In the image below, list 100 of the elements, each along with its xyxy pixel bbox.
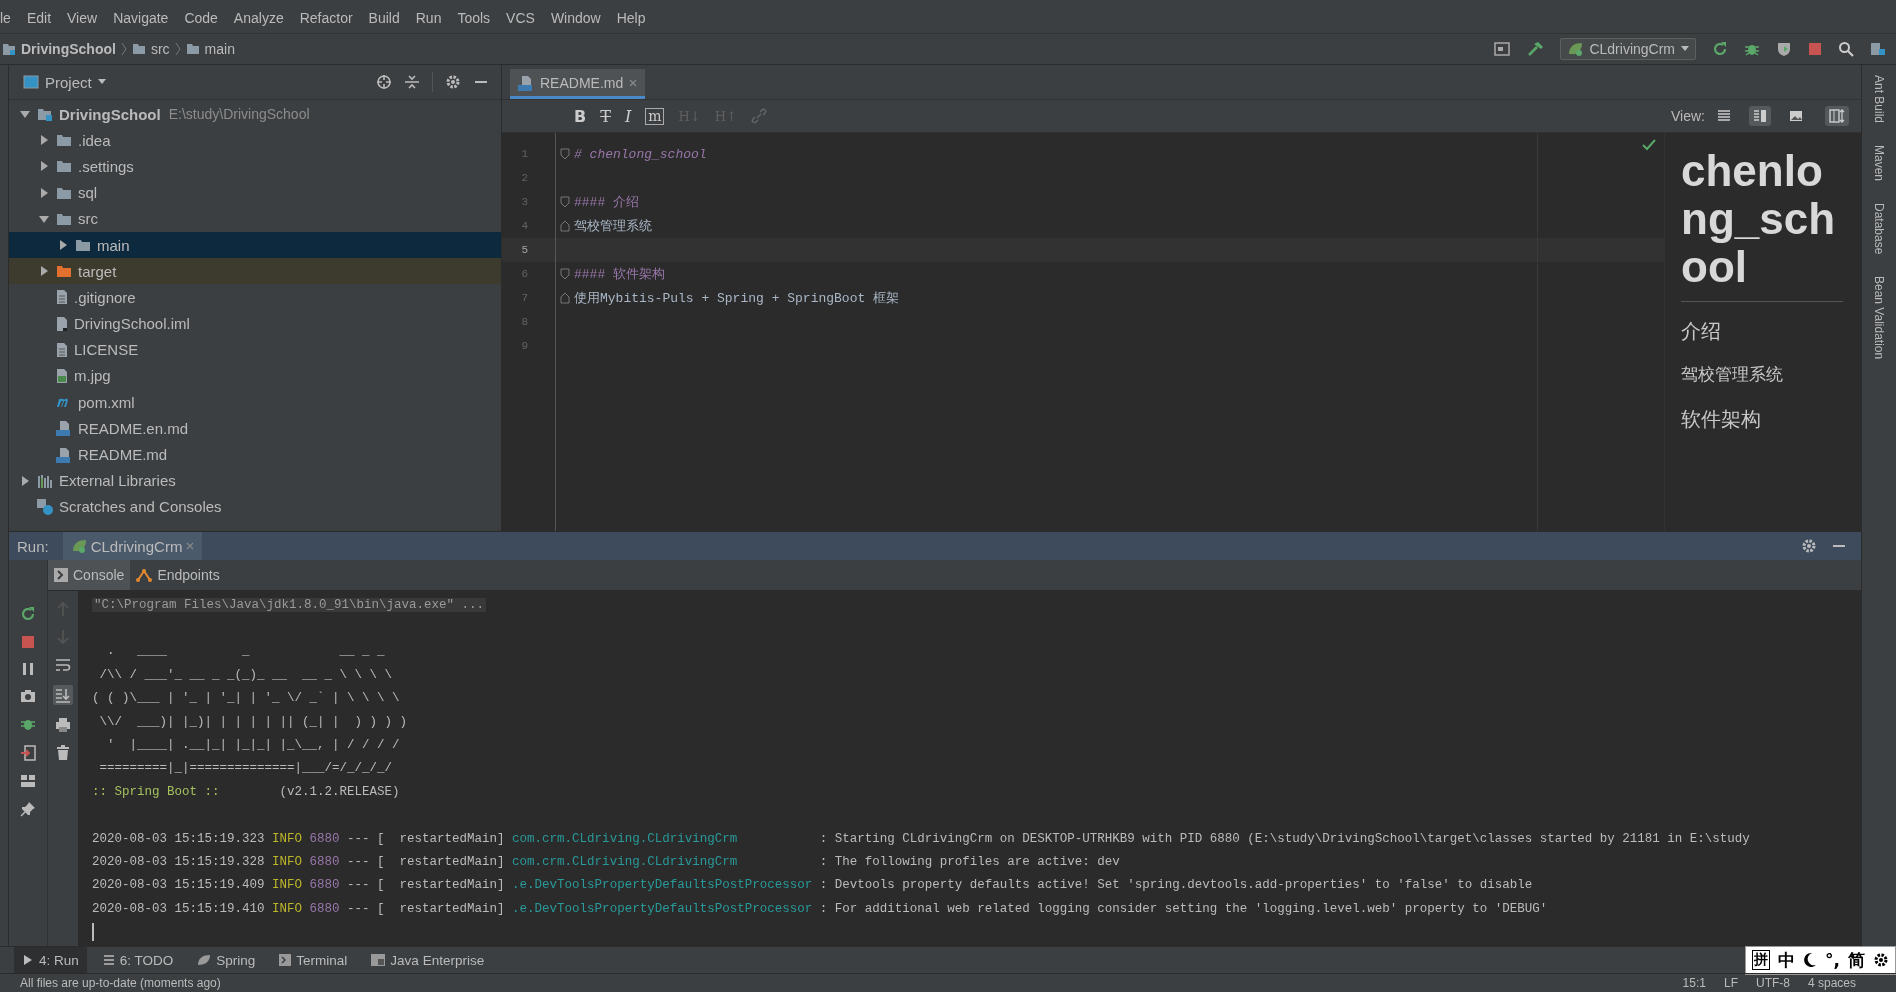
menu-item[interactable]: Code <box>176 10 226 26</box>
menu-item[interactable]: Run <box>407 10 450 26</box>
tree-item[interactable]: src <box>9 205 501 232</box>
tree-item[interactable]: m.jpg <box>9 362 501 390</box>
menu-item[interactable]: Help <box>608 10 654 26</box>
search-icon[interactable] <box>1838 41 1854 57</box>
tool-window-button[interactable]: Bean Validation <box>1872 276 1886 360</box>
panel-title[interactable]: Project <box>45 73 92 91</box>
pause-icon[interactable] <box>21 662 35 676</box>
tool-window-button[interactable]: Maven <box>1872 145 1886 182</box>
format-button[interactable]: B <box>574 106 587 126</box>
menu-item[interactable]: Navigate <box>105 10 177 26</box>
stop-icon[interactable] <box>21 635 35 649</box>
tool-window-tab[interactable]: Java Enterprise <box>363 947 493 973</box>
menu-item[interactable]: le <box>0 10 19 26</box>
format-button[interactable]: m <box>645 107 665 125</box>
fold-icon[interactable] <box>560 196 570 208</box>
project-structure-icon[interactable] <box>1870 41 1886 57</box>
tree-item[interactable]: target <box>9 258 501 285</box>
expanded-arrow-icon[interactable] <box>39 213 49 224</box>
menu-item[interactable]: Tools <box>449 10 499 26</box>
encoding[interactable]: UTF-8 <box>1755 976 1790 990</box>
collapsed-arrow-icon[interactable] <box>20 475 30 486</box>
run-tab[interactable]: CLdrivingCrm <box>62 532 203 560</box>
tree-item[interactable]: External Libraries <box>9 467 501 494</box>
tree-item[interactable]: README.en.md <box>9 415 501 442</box>
collapsed-arrow-icon[interactable] <box>39 266 49 277</box>
tool-window-tab[interactable]: 4: Run <box>14 947 87 973</box>
breadcrumb-item[interactable]: DrivingSchool <box>21 41 116 57</box>
menu-item[interactable]: VCS <box>498 10 543 26</box>
ime-key[interactable]: 简 <box>1848 948 1865 972</box>
caret-position[interactable]: 15:1 <box>1682 976 1706 990</box>
tool-window-tab[interactable]: 6: TODO <box>94 947 182 973</box>
tool-window-tab[interactable]: Terminal <box>271 947 356 973</box>
tree-item[interactable]: README.md <box>9 441 501 468</box>
pin-icon[interactable] <box>20 801 36 817</box>
gear-icon[interactable] <box>1873 952 1889 968</box>
layout-icon[interactable] <box>1494 42 1511 56</box>
line-ending[interactable]: LF <box>1723 976 1738 990</box>
tree-item[interactable]: sql <box>9 179 501 206</box>
rerun-icon[interactable] <box>1712 41 1728 57</box>
indent-setting[interactable]: 4 spaces <box>1807 976 1856 990</box>
layout-icon[interactable] <box>20 774 36 788</box>
menu-item[interactable]: Window <box>542 10 609 26</box>
tree-item[interactable]: pom.xml <box>9 389 501 416</box>
line-number: 7 <box>520 292 528 304</box>
collapsed-arrow-icon[interactable] <box>39 187 49 198</box>
editor-tab[interactable]: README.md <box>510 69 646 99</box>
format-button[interactable]: I <box>624 106 632 126</box>
tree-item[interactable]: main <box>9 231 501 259</box>
tool-window-tab[interactable]: Spring <box>189 947 264 973</box>
tool-window-button[interactable]: Ant Build <box>1872 75 1886 124</box>
console-tab[interactable]: Endpoints <box>130 560 226 590</box>
tree-item[interactable]: Scratches and Consoles <box>9 493 501 520</box>
moon-icon[interactable] <box>1803 952 1818 968</box>
camera-icon[interactable] <box>20 689 36 703</box>
breadcrumb-item[interactable]: src <box>150 41 170 57</box>
run-configuration-dropdown[interactable]: CLdrivingCrm <box>1560 38 1696 60</box>
menu-item[interactable]: Edit <box>18 10 60 26</box>
fold-icon[interactable] <box>560 148 570 160</box>
collapsed-arrow-icon[interactable] <box>39 161 49 172</box>
tool-window-button[interactable]: Database <box>1872 203 1886 255</box>
expanded-arrow-icon[interactable] <box>20 109 30 120</box>
tree-item[interactable]: .idea <box>9 127 501 154</box>
ime-key[interactable]: 中 <box>1778 948 1796 972</box>
scroll-to-end-button[interactable] <box>53 685 73 705</box>
dropdown-arrow-icon[interactable] <box>97 79 106 85</box>
tree-item[interactable]: .gitignore <box>9 284 501 311</box>
collapsed-arrow-icon[interactable] <box>39 135 49 146</box>
soft-wrap-icon[interactable] <box>55 657 71 673</box>
console-tab[interactable]: Console <box>48 560 131 590</box>
shield-icon[interactable] <box>1776 41 1792 57</box>
fold-end-icon[interactable] <box>560 220 570 232</box>
collapsed-arrow-icon[interactable] <box>58 240 68 251</box>
menu-item[interactable]: Refactor <box>291 10 361 26</box>
view-mode-button[interactable] <box>1749 106 1771 126</box>
print-icon[interactable] <box>55 717 71 733</box>
tree-item[interactable]: .settings <box>9 153 501 180</box>
menu-item[interactable]: Build <box>360 10 408 26</box>
tree-item[interactable]: DrivingSchool.iml <box>9 310 501 337</box>
ime-key[interactable]: 拼 <box>1752 950 1771 970</box>
menu-item[interactable]: View <box>59 10 106 26</box>
stop-icon[interactable] <box>1808 42 1822 56</box>
locate-icon[interactable] <box>376 74 392 90</box>
tree-item[interactable]: LICENSE <box>9 336 501 363</box>
tree-item[interactable]: DrivingSchool E:\study\DrivingSchool <box>9 101 501 128</box>
rerun-icon[interactable] <box>20 606 36 622</box>
settings-icon[interactable] <box>445 74 461 90</box>
format-button[interactable]: T <box>600 106 611 126</box>
trash-icon[interactable] <box>56 745 70 761</box>
breadcrumb-item[interactable]: main <box>204 41 235 57</box>
collapse-icon[interactable] <box>404 74 420 90</box>
menu-item[interactable]: Analyze <box>225 10 292 26</box>
fold-end-icon[interactable] <box>560 292 570 304</box>
scroll-sync-button[interactable] <box>1825 106 1849 126</box>
settings-icon[interactable] <box>1801 538 1817 554</box>
login-icon[interactable] <box>20 745 36 761</box>
ime-key[interactable]: °, <box>1825 950 1840 970</box>
hammer-icon[interactable] <box>1526 41 1545 57</box>
fold-icon[interactable] <box>560 268 570 280</box>
